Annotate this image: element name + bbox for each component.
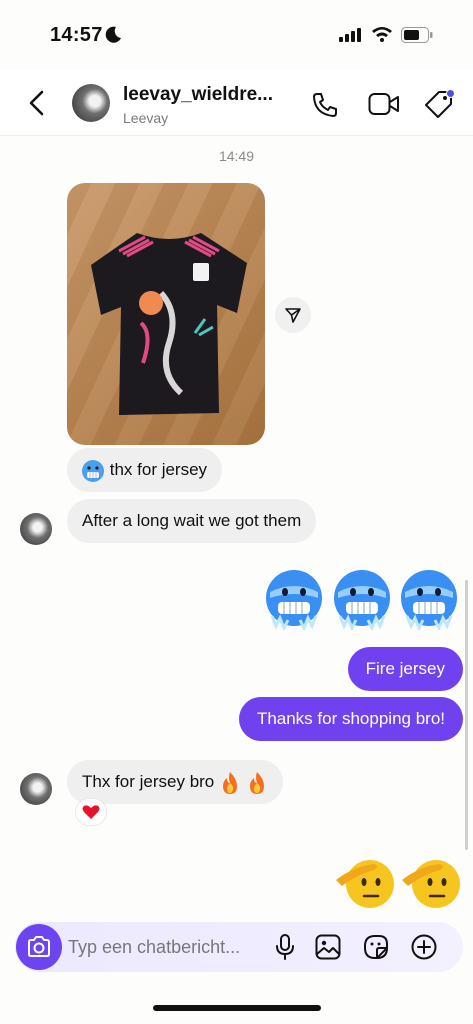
camera-button[interactable] (16, 924, 62, 970)
send-icon (285, 308, 301, 323)
fire-emoji-icon (249, 771, 264, 794)
message-input[interactable] (68, 922, 268, 972)
microphone-icon[interactable] (273, 934, 297, 960)
cold-face-emoji-icon[interactable] (264, 568, 324, 630)
fire-emoji-icon (223, 771, 237, 794)
video-camera-icon[interactable] (368, 92, 400, 116)
saluting-face-emoji-icon[interactable] (400, 852, 460, 912)
photo-reply-text: thx for jersey (109, 460, 208, 479)
phone-icon[interactable] (311, 91, 339, 119)
chat-header: leevay_wieldre... Leevay (0, 70, 473, 136)
heart-icon (82, 805, 100, 819)
contact-username[interactable]: leevay_wieldre... (123, 84, 273, 106)
jersey-image (91, 233, 247, 415)
sender-avatar[interactable] (20, 513, 52, 545)
wifi-icon (372, 27, 392, 42)
message-composer (15, 922, 463, 972)
heart-reaction[interactable] (75, 798, 107, 826)
message-bubble-outgoing[interactable]: Thanks for shopping bro! (238, 697, 463, 741)
cold-face-emoji-icon[interactable] (332, 568, 392, 630)
tag-button[interactable] (424, 89, 455, 124)
cold-face-emoji-icon (82, 459, 104, 482)
saluting-face-emoji-icon[interactable] (334, 852, 394, 912)
notification-dot (446, 89, 455, 98)
message-text: Thx for jersey bro (82, 772, 215, 791)
camera-icon (28, 936, 50, 957)
gallery-icon[interactable] (315, 934, 341, 960)
signal-icon (339, 28, 361, 42)
status-bar: 14:57 (0, 0, 473, 70)
sticker-icon[interactable] (363, 934, 389, 960)
chat-screen: 14:57 leevay_wieldre... Leevay 14:49 thx… (0, 0, 473, 1024)
back-arrow-icon[interactable] (24, 88, 52, 118)
battery-icon (401, 27, 433, 43)
home-indicator[interactable] (153, 1005, 321, 1011)
message-bubble-incoming[interactable]: thx for jersey (67, 448, 223, 492)
message-bubble-incoming[interactable]: Thx for jersey bro (67, 760, 283, 804)
sender-avatar[interactable] (20, 773, 52, 805)
shared-photo[interactable] (67, 183, 265, 445)
message-bubble-incoming[interactable]: After a long wait we got them (67, 499, 317, 543)
moon-icon (105, 26, 121, 43)
contact-avatar[interactable] (72, 84, 110, 122)
scrollbar[interactable] (465, 580, 468, 850)
status-time: 14:57 (50, 24, 103, 46)
message-bubble-outgoing[interactable]: Fire jersey (347, 647, 463, 691)
contact-display-name[interactable]: Leevay (123, 110, 168, 126)
message-timestamp: 14:49 (218, 148, 255, 164)
share-button[interactable] (275, 297, 311, 333)
add-icon[interactable] (411, 934, 437, 960)
cold-face-emoji-icon[interactable] (399, 568, 459, 630)
